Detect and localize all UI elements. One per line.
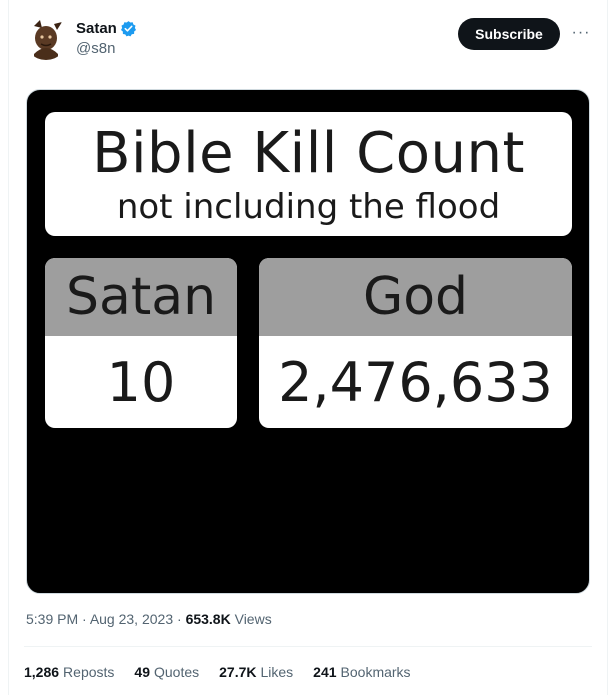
views-label: Views bbox=[234, 611, 272, 627]
quotes-count: 49 bbox=[134, 664, 150, 680]
god-card-label: God bbox=[259, 258, 572, 336]
image-title: Bible Kill Count bbox=[92, 121, 525, 186]
reposts-count: 1,286 bbox=[24, 664, 60, 680]
image-subtitle: not including the flood bbox=[116, 187, 501, 227]
bookmarks-stat[interactable]: 241 Bookmarks bbox=[313, 664, 410, 680]
name-row: Satan bbox=[76, 18, 137, 38]
quotes-stat[interactable]: 49 Quotes bbox=[134, 664, 199, 680]
more-options-icon[interactable]: ··· bbox=[570, 22, 592, 44]
satan-card-label: Satan bbox=[45, 258, 237, 336]
meta-separator: · bbox=[82, 611, 90, 627]
bookmarks-count: 241 bbox=[313, 664, 337, 680]
god-card-value: 2,476,633 bbox=[278, 350, 553, 414]
author-handle[interactable]: @s8n bbox=[76, 40, 137, 57]
author-block: Satan @s8n bbox=[76, 18, 137, 57]
title-card: Bible Kill Count not including the flood bbox=[45, 112, 572, 236]
avatar[interactable] bbox=[24, 16, 68, 60]
verified-badge-icon[interactable] bbox=[120, 20, 137, 37]
god-count-card: God 2,476,633 bbox=[259, 258, 572, 428]
tweet-image[interactable]: Bible Kill Count not including the flood… bbox=[26, 89, 590, 594]
bookmarks-label: Bookmarks bbox=[340, 664, 411, 680]
tweet-header: Satan @s8n Subscribe ··· bbox=[24, 14, 600, 62]
avatar-image bbox=[24, 16, 68, 60]
author-display-name[interactable]: Satan bbox=[76, 20, 117, 37]
reposts-stat[interactable]: 1,286 Reposts bbox=[24, 664, 114, 680]
tweet-time[interactable]: 5:39 PM bbox=[26, 611, 78, 627]
satan-count-card: Satan 10 bbox=[45, 258, 237, 428]
frame-border-left bbox=[8, 0, 9, 695]
likes-label: Likes bbox=[260, 664, 294, 680]
tweet-date[interactable]: Aug 23, 2023 bbox=[90, 611, 173, 627]
satan-card-value: 10 bbox=[106, 350, 176, 414]
subscribe-button[interactable]: Subscribe bbox=[458, 18, 560, 50]
meta-separator: · bbox=[177, 611, 186, 627]
quotes-label: Quotes bbox=[153, 664, 200, 680]
likes-stat[interactable]: 27.7K Likes bbox=[219, 664, 293, 680]
engagement-stats: 1,286 Reposts 49 Quotes 27.7K Likes 241 … bbox=[24, 664, 431, 680]
reposts-label: Reposts bbox=[63, 664, 115, 680]
tweet-meta: 5:39 PM · Aug 23, 2023 · 653.8K Views bbox=[26, 611, 272, 627]
likes-count: 27.7K bbox=[219, 664, 257, 680]
views-count: 653.8K bbox=[185, 611, 235, 627]
divider bbox=[24, 646, 592, 647]
